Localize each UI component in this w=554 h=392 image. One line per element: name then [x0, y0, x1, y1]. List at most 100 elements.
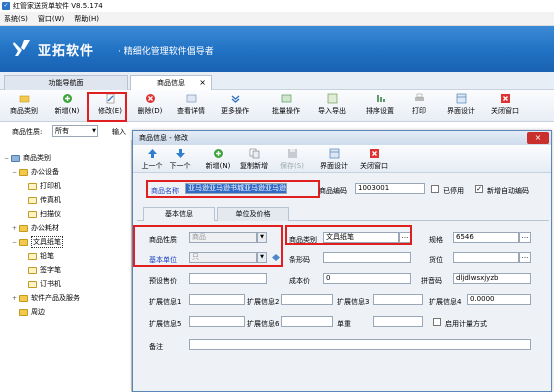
tree-node-root[interactable]: − 商品类别 — [4, 152, 51, 164]
ext-info-4-input[interactable]: 0.0000 — [467, 294, 531, 305]
brand-name: 亚拓软件 — [38, 44, 95, 59]
tree-node-printer[interactable]: 打印机 — [28, 180, 61, 192]
product-code-input[interactable]: 1003001 — [355, 183, 425, 194]
auto-code-checkbox[interactable]: ✓ — [475, 185, 483, 193]
document-tabs: 功能导航面 商品信息 × — [0, 72, 554, 90]
ext-info-2-input[interactable] — [281, 294, 333, 305]
spec-picker-button[interactable]: ... — [519, 232, 531, 243]
tree-node-stapler[interactable]: 订书机 — [28, 278, 61, 290]
close-window-icon — [369, 149, 379, 158]
pinyin-code-input[interactable]: dljdlwsxjyzb — [453, 273, 531, 284]
search-input-label: 输入 — [112, 128, 126, 136]
ext-info-3-input[interactable] — [373, 294, 423, 305]
measure-mode-label: 启用计量方式 — [445, 320, 487, 328]
tree-node-office-equipment[interactable]: − 办公设备 — [12, 166, 59, 178]
dialog-title: 商品信息 - 修改 — [139, 134, 188, 142]
sort-settings-button[interactable]: 排序设置 — [360, 93, 400, 120]
tab-close-icon[interactable]: × — [199, 76, 206, 90]
cost-price-input[interactable]: 0 — [323, 273, 411, 284]
tree-node-scanner[interactable]: 扫描仪 — [28, 208, 61, 220]
add-button[interactable]: 新增(N) — [48, 93, 86, 120]
preset-price-label: 预设售价 — [149, 277, 177, 285]
folder-icon — [19, 294, 28, 302]
add-icon — [62, 94, 72, 103]
tab-product-info[interactable]: 商品信息 × — [130, 75, 212, 90]
ext-info-2-label: 扩展信息2 — [247, 298, 280, 306]
dialog-add-button[interactable]: 新增(N) — [203, 148, 233, 171]
arrow-down-icon — [175, 149, 185, 158]
measure-mode-checkbox[interactable] — [433, 318, 441, 326]
tab-function-nav[interactable]: 功能导航面 — [4, 75, 128, 90]
delete-button[interactable]: 删除(D) — [132, 93, 168, 120]
folder-icon — [28, 280, 37, 288]
tab-basic-info[interactable]: 基本信息 — [143, 207, 215, 221]
preset-price-input[interactable] — [189, 273, 267, 284]
inner-tabs: 基本信息 单位及价格 — [137, 207, 549, 221]
close-window-button[interactable]: 关闭窗口 — [486, 93, 524, 120]
print-button[interactable]: 打印 — [406, 93, 432, 120]
next-button[interactable]: 下一个 — [167, 148, 193, 171]
dialog-close-button[interactable]: × — [527, 132, 549, 144]
unit-weight-label: 单重 — [337, 320, 351, 328]
product-nature-filter-label: 商品性质: — [12, 128, 43, 136]
view-detail-button[interactable]: 查看详情 — [172, 93, 210, 120]
dialog-close-window-button[interactable]: 关闭窗口 — [357, 148, 391, 171]
tree-node-pencil[interactable]: 铅笔 — [28, 250, 54, 262]
copy-add-icon — [249, 148, 259, 159]
delete-icon — [145, 94, 155, 103]
copy-add-button[interactable]: 复制新增 — [237, 148, 271, 171]
ext-info-5-input[interactable] — [189, 316, 245, 327]
batch-icon — [281, 94, 291, 103]
disabled-checkbox[interactable] — [431, 185, 439, 193]
spec-label: 规格 — [429, 236, 443, 244]
tree-node-software[interactable]: + 软件产品及服务 — [12, 292, 80, 304]
location-picker-button[interactable]: ... — [519, 252, 531, 263]
pinyin-code-label: 拼音码 — [421, 277, 442, 285]
tree-node-signing-pen[interactable]: 签字笔 — [28, 264, 61, 276]
menu-system[interactable]: 系统(S) — [4, 14, 28, 24]
spec-input[interactable]: 6546 — [453, 232, 519, 243]
menu-help[interactable]: 帮助(H) — [74, 14, 99, 24]
remark-label: 备注 — [149, 343, 163, 351]
ext-info-6-label: 扩展信息6 — [247, 320, 280, 328]
dialog-toolbar: 上一个 下一个 新增(N) 复制新增 保存(S) 界面设计 关闭窗口 — [133, 145, 551, 173]
close-window-icon — [500, 94, 510, 103]
unit-weight-input[interactable] — [373, 316, 423, 327]
batch-button[interactable]: 批量操作 — [266, 93, 306, 120]
main-toolbar: 商品类别 新增(N) 修改(E) 删除(D) 查看详情 更多操作 批量操作 导入… — [0, 90, 554, 122]
import-export-button[interactable]: 导入导出 — [312, 93, 352, 120]
product-name-highlight — [146, 180, 320, 198]
layout-design-button[interactable]: 界面设计 — [442, 93, 480, 120]
tree-node-fax[interactable]: 传真机 — [28, 194, 61, 206]
import-export-icon — [327, 93, 337, 104]
dialog-title-bar[interactable]: 商品信息 - 修改 × — [133, 131, 551, 145]
category-button[interactable]: 商品类别 — [6, 93, 42, 120]
remark-input[interactable] — [189, 339, 531, 350]
category-tree: − 商品类别 − 办公设备 打印机 传真机 扫描仪 + 办公耗材 − 文具纸笔 铅笔 签… — [0, 140, 132, 392]
tree-node-office-supplies[interactable]: + 办公耗材 — [12, 222, 59, 234]
more-actions-button[interactable]: 更多操作 — [216, 93, 254, 120]
ext-info-1-input[interactable] — [189, 294, 245, 305]
menu-window[interactable]: 窗口(W) — [38, 14, 64, 24]
folder-icon — [19, 224, 28, 232]
brand-slogan: · 精细化管理软件倡导者 — [118, 47, 214, 57]
filter-row: 商品性质: 所有 输入 — [0, 123, 140, 139]
location-input[interactable] — [453, 252, 519, 263]
ext-info-3-label: 扩展信息3 — [337, 298, 370, 306]
window-title: 红管家送货单软件 V8.5.174 — [13, 1, 103, 10]
barcode-input[interactable] — [323, 252, 411, 263]
previous-button[interactable]: 上一个 — [139, 148, 165, 171]
tab-unit-price[interactable]: 单位及价格 — [217, 207, 289, 221]
ext-info-1-label: 扩展信息1 — [149, 298, 182, 306]
ext-info-4-label: 扩展信息4 — [429, 298, 462, 306]
product-nature-filter-select[interactable]: 所有 — [52, 125, 98, 137]
dialog-layout-design-button[interactable]: 界面设计 — [317, 148, 351, 171]
menu-bar: 系统(S) 窗口(W) 帮助(H) — [0, 12, 554, 26]
save-button[interactable]: 保存(S) — [277, 148, 307, 171]
tree-node-peripherals[interactable]: 周边 — [12, 306, 45, 318]
title-bar: ✓ 红管家送货单软件 V8.5.174 — [0, 0, 554, 11]
app-banner: 亚拓软件 · 精细化管理软件倡导者 — [0, 26, 554, 72]
ext-info-6-input[interactable] — [281, 316, 333, 327]
tree-node-stationery[interactable]: − 文具纸笔 — [12, 236, 63, 248]
product-edit-dialog: 商品信息 - 修改 × 上一个 下一个 新增(N) 复制新增 保存(S) 界面设… — [132, 130, 552, 392]
